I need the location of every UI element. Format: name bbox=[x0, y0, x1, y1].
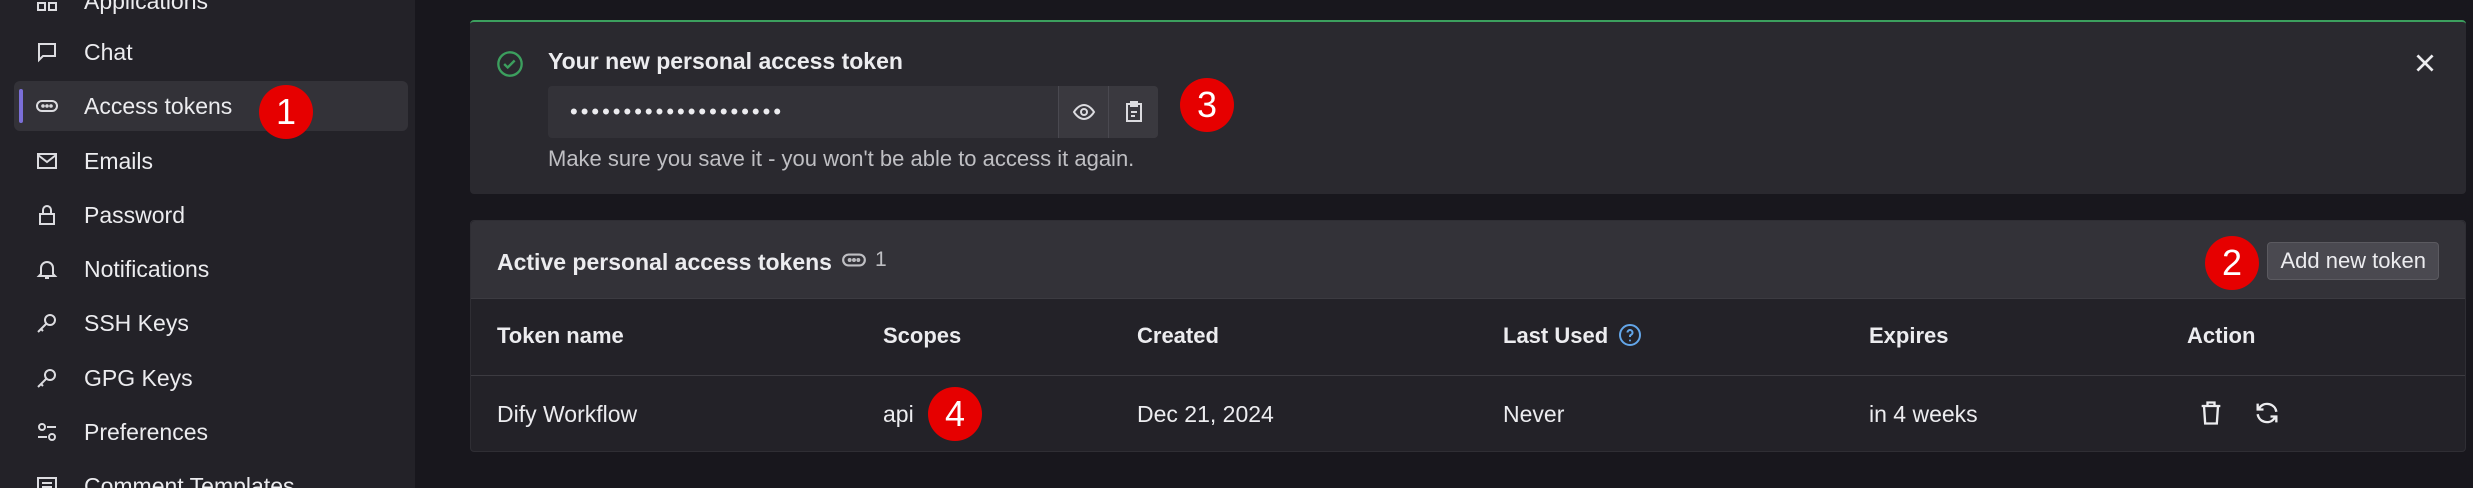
sidebar-item-chat[interactable]: Chat bbox=[14, 27, 408, 77]
alert-note: Make sure you save it - you won't be abl… bbox=[548, 146, 1135, 171]
sidebar-item-label: Access tokens bbox=[84, 92, 233, 119]
new-token-alert: Your new personal access token •••••••••… bbox=[470, 20, 2466, 194]
clipboard-icon bbox=[1125, 101, 1142, 122]
scopes-cell: api bbox=[883, 401, 914, 427]
annotation-badge-3: 3 bbox=[1180, 78, 1234, 132]
chat-icon bbox=[34, 39, 60, 65]
column-header-expires: Expires bbox=[1869, 323, 1949, 348]
sidebar-item-label: Comment Templates bbox=[84, 472, 295, 488]
column-header-token-name: Token name bbox=[497, 323, 624, 348]
annotation-badge-1: 1 bbox=[259, 85, 313, 139]
sidebar-item-label: SSH Keys bbox=[84, 309, 189, 336]
close-alert-button[interactable] bbox=[2412, 50, 2438, 76]
rotate-token-button[interactable] bbox=[2253, 399, 2283, 429]
bell-icon bbox=[34, 256, 60, 282]
sidebar-item-label: GPG Keys bbox=[84, 364, 193, 391]
sidebar-item-label: Applications bbox=[84, 0, 209, 14]
trash-icon bbox=[2201, 401, 2221, 425]
last-used-cell: Never bbox=[1503, 401, 1565, 427]
column-header-created: Created bbox=[1137, 323, 1219, 348]
divider bbox=[471, 375, 2465, 376]
annotation-badge-4: 4 bbox=[928, 387, 982, 441]
eye-icon bbox=[1072, 103, 1095, 121]
token-icon bbox=[34, 93, 60, 119]
token-count: 1 bbox=[841, 247, 887, 273]
key-icon bbox=[34, 365, 60, 391]
rotate-icon bbox=[2256, 402, 2278, 424]
settings-sidebar: Applications Chat Access tokens Emails P… bbox=[0, 0, 415, 488]
sidebar-item-access-tokens[interactable]: Access tokens bbox=[14, 81, 408, 131]
sidebar-item-label: Preferences bbox=[84, 418, 209, 445]
column-header-last-used: Last Used bbox=[1503, 323, 1642, 349]
column-header-label: Last Used bbox=[1503, 323, 1609, 348]
sidebar-item-emails[interactable]: Emails bbox=[14, 136, 408, 186]
check-circle-icon bbox=[497, 51, 523, 77]
mail-icon bbox=[34, 148, 60, 174]
sidebar-item-label: Emails bbox=[84, 147, 154, 174]
token-name-cell: Dify Workflow bbox=[497, 401, 638, 427]
sidebar-item-password[interactable]: Password bbox=[14, 190, 408, 240]
sidebar-item-label: Chat bbox=[84, 38, 133, 65]
created-cell: Dec 21, 2024 bbox=[1137, 401, 1274, 427]
token-icon bbox=[842, 253, 866, 267]
help-icon[interactable] bbox=[1618, 323, 1642, 347]
annotation-badge-2: 2 bbox=[2205, 236, 2259, 290]
reveal-token-button[interactable] bbox=[1058, 86, 1108, 138]
token-value[interactable]: •••••••••••••••••••• bbox=[548, 99, 1058, 125]
sidebar-item-preferences[interactable]: Preferences bbox=[14, 407, 408, 457]
sidebar-item-gpg-keys[interactable]: GPG Keys bbox=[14, 353, 408, 403]
comment-template-icon bbox=[34, 473, 60, 488]
applications-icon bbox=[34, 0, 60, 14]
sidebar-item-label: Password bbox=[84, 201, 185, 228]
preferences-icon bbox=[34, 419, 60, 445]
column-header-scopes: Scopes bbox=[883, 323, 962, 348]
revoke-token-button[interactable] bbox=[2197, 399, 2227, 429]
sidebar-item-ssh-keys[interactable]: SSH Keys bbox=[14, 298, 408, 348]
copy-token-button[interactable] bbox=[1108, 86, 1158, 138]
token-count-value: 1 bbox=[875, 248, 887, 271]
close-icon bbox=[2416, 54, 2434, 72]
card-header: Active personal access tokens 1 Add new … bbox=[471, 221, 2465, 299]
add-new-token-button[interactable]: Add new token bbox=[2267, 242, 2439, 280]
sidebar-item-notifications[interactable]: Notifications bbox=[14, 244, 408, 294]
sidebar-item-label: Notifications bbox=[84, 255, 210, 282]
lock-icon bbox=[34, 202, 60, 228]
sidebar-item-applications[interactable]: Applications bbox=[14, 0, 408, 26]
sidebar-item-comment-templates[interactable]: Comment Templates bbox=[14, 461, 408, 488]
active-tokens-card: Active personal access tokens 1 Add new … bbox=[470, 220, 2466, 452]
alert-title: Your new personal access token bbox=[548, 48, 903, 74]
column-header-action: Action bbox=[2187, 323, 2256, 348]
expires-cell: in 4 weeks bbox=[1869, 401, 1978, 427]
card-title: Active personal access tokens bbox=[497, 249, 832, 275]
key-icon bbox=[34, 310, 60, 336]
token-field: •••••••••••••••••••• bbox=[548, 86, 1158, 138]
